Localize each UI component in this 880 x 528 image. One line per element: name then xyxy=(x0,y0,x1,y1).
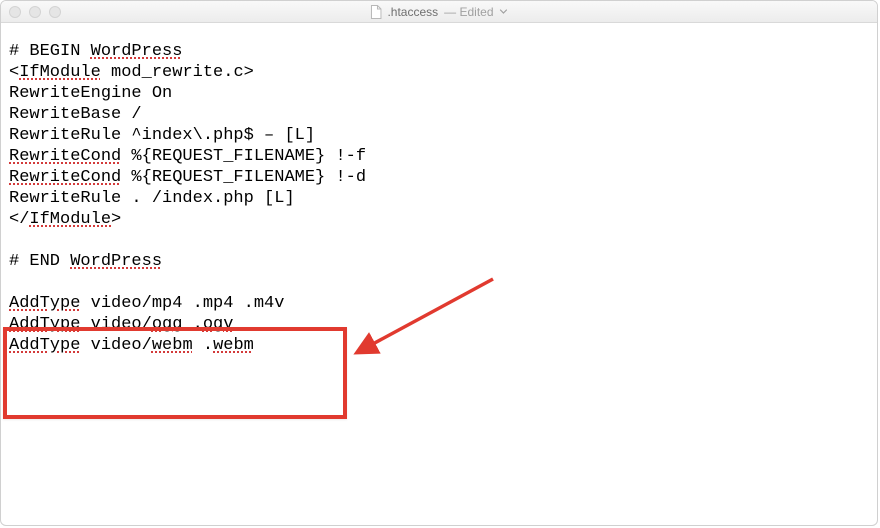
code-line: RewriteCond %{REQUEST_FILENAME} !-f xyxy=(9,147,366,166)
code-line: # BEGIN WordPress xyxy=(9,42,182,61)
code-line: </IfModule> xyxy=(9,210,121,229)
edited-status: — Edited xyxy=(444,5,493,19)
code-line: RewriteRule ^index\.php$ – [L] xyxy=(9,126,315,145)
code-line: AddType video/mp4 .mp4 .m4v xyxy=(9,294,284,313)
traffic-lights xyxy=(9,6,61,18)
minimize-button[interactable] xyxy=(29,6,41,18)
code-line: RewriteBase / xyxy=(9,105,142,124)
titlebar[interactable]: .htaccess — Edited xyxy=(1,1,877,23)
annotation-highlight-box xyxy=(3,327,347,419)
code-line: RewriteCond %{REQUEST_FILENAME} !-d xyxy=(9,168,366,187)
chevron-down-icon[interactable] xyxy=(500,8,508,16)
zoom-button[interactable] xyxy=(49,6,61,18)
code-line: # END WordPress xyxy=(9,252,162,271)
code-line: RewriteRule . /index.php [L] xyxy=(9,189,295,208)
text-editor-content[interactable]: # BEGIN WordPress <IfModule mod_rewrite.… xyxy=(1,23,877,525)
code-line: RewriteEngine On xyxy=(9,84,172,103)
document-icon xyxy=(370,5,381,19)
close-button[interactable] xyxy=(9,6,21,18)
window-title[interactable]: .htaccess — Edited xyxy=(370,5,507,19)
filename-label: .htaccess xyxy=(387,5,438,19)
editor-window: .htaccess — Edited # BEGIN WordPress <If… xyxy=(0,0,878,526)
code-line: <IfModule mod_rewrite.c> xyxy=(9,63,254,82)
